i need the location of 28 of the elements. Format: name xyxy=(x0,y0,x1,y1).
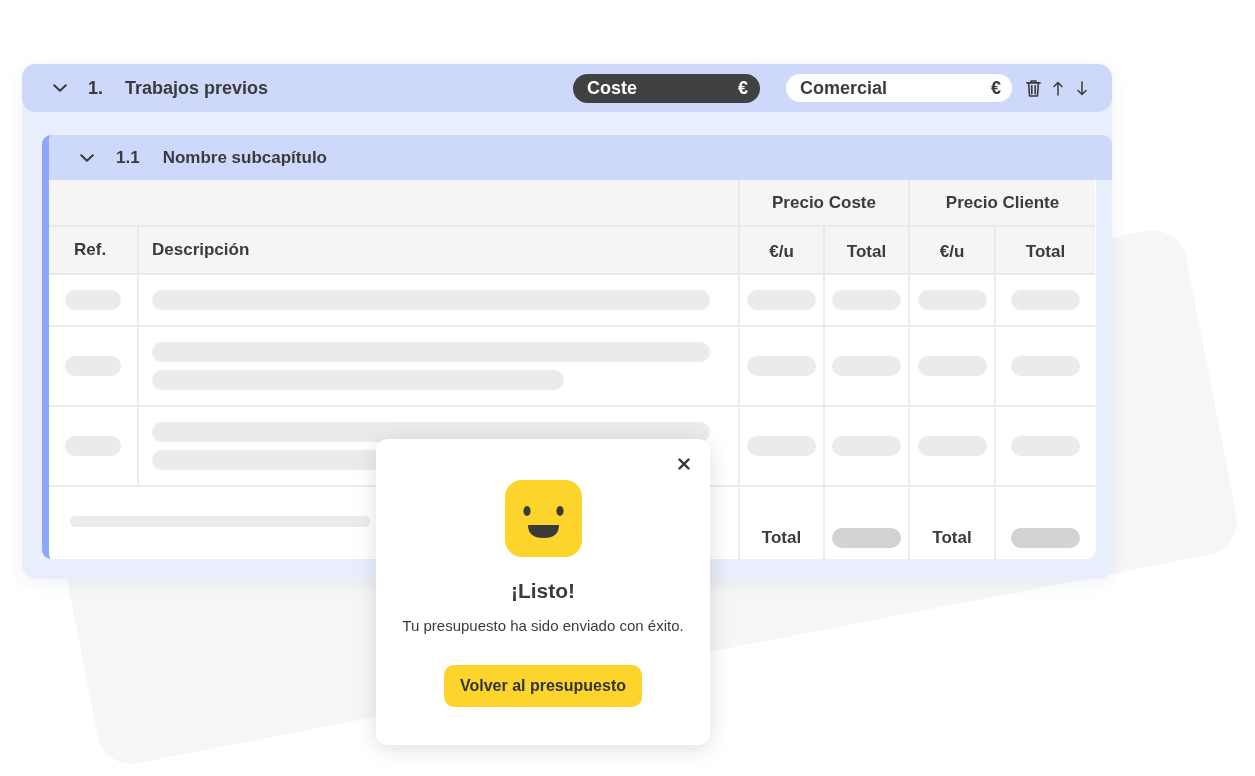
chapter-number: 1. xyxy=(88,77,103,99)
dialog-message: Tu presupuesto ha sido enviado con éxito. xyxy=(402,617,684,635)
close-icon[interactable] xyxy=(678,458,690,470)
column-header: Ref. xyxy=(49,227,139,275)
column-header: €/u xyxy=(740,227,825,275)
chevron-down-icon[interactable] xyxy=(53,84,67,92)
return-button[interactable]: Volver al presupuesto xyxy=(444,665,642,707)
total-label: Total xyxy=(932,528,972,548)
trash-icon[interactable] xyxy=(1026,78,1041,98)
column-header: Total xyxy=(996,227,1095,275)
subchapter-title: Nombre subcapítulo xyxy=(162,147,327,168)
price-field[interactable]: Comercial € xyxy=(786,74,1012,102)
placeholder-bar xyxy=(832,528,901,548)
arrow-down-icon[interactable] xyxy=(1077,80,1087,96)
column-group-header: Precio Coste xyxy=(740,180,910,227)
column-header: €/u xyxy=(910,227,996,275)
column-group-header: Precio Cliente xyxy=(910,180,1095,227)
column-header: Descripción xyxy=(139,227,740,275)
placeholder-bar xyxy=(1011,528,1080,548)
chevron-down-icon[interactable] xyxy=(80,153,94,162)
price-field[interactable]: Coste € xyxy=(573,73,760,103)
total-label: Total xyxy=(761,528,802,548)
column-header: Total xyxy=(825,227,910,275)
dialog-title: ¡Listo! xyxy=(510,579,576,603)
smiley-icon xyxy=(504,480,582,557)
chapter-title: Trabajos previos xyxy=(125,77,269,99)
arrow-up-icon[interactable] xyxy=(1053,80,1063,96)
subchapter-number: 1.1 xyxy=(116,147,140,168)
